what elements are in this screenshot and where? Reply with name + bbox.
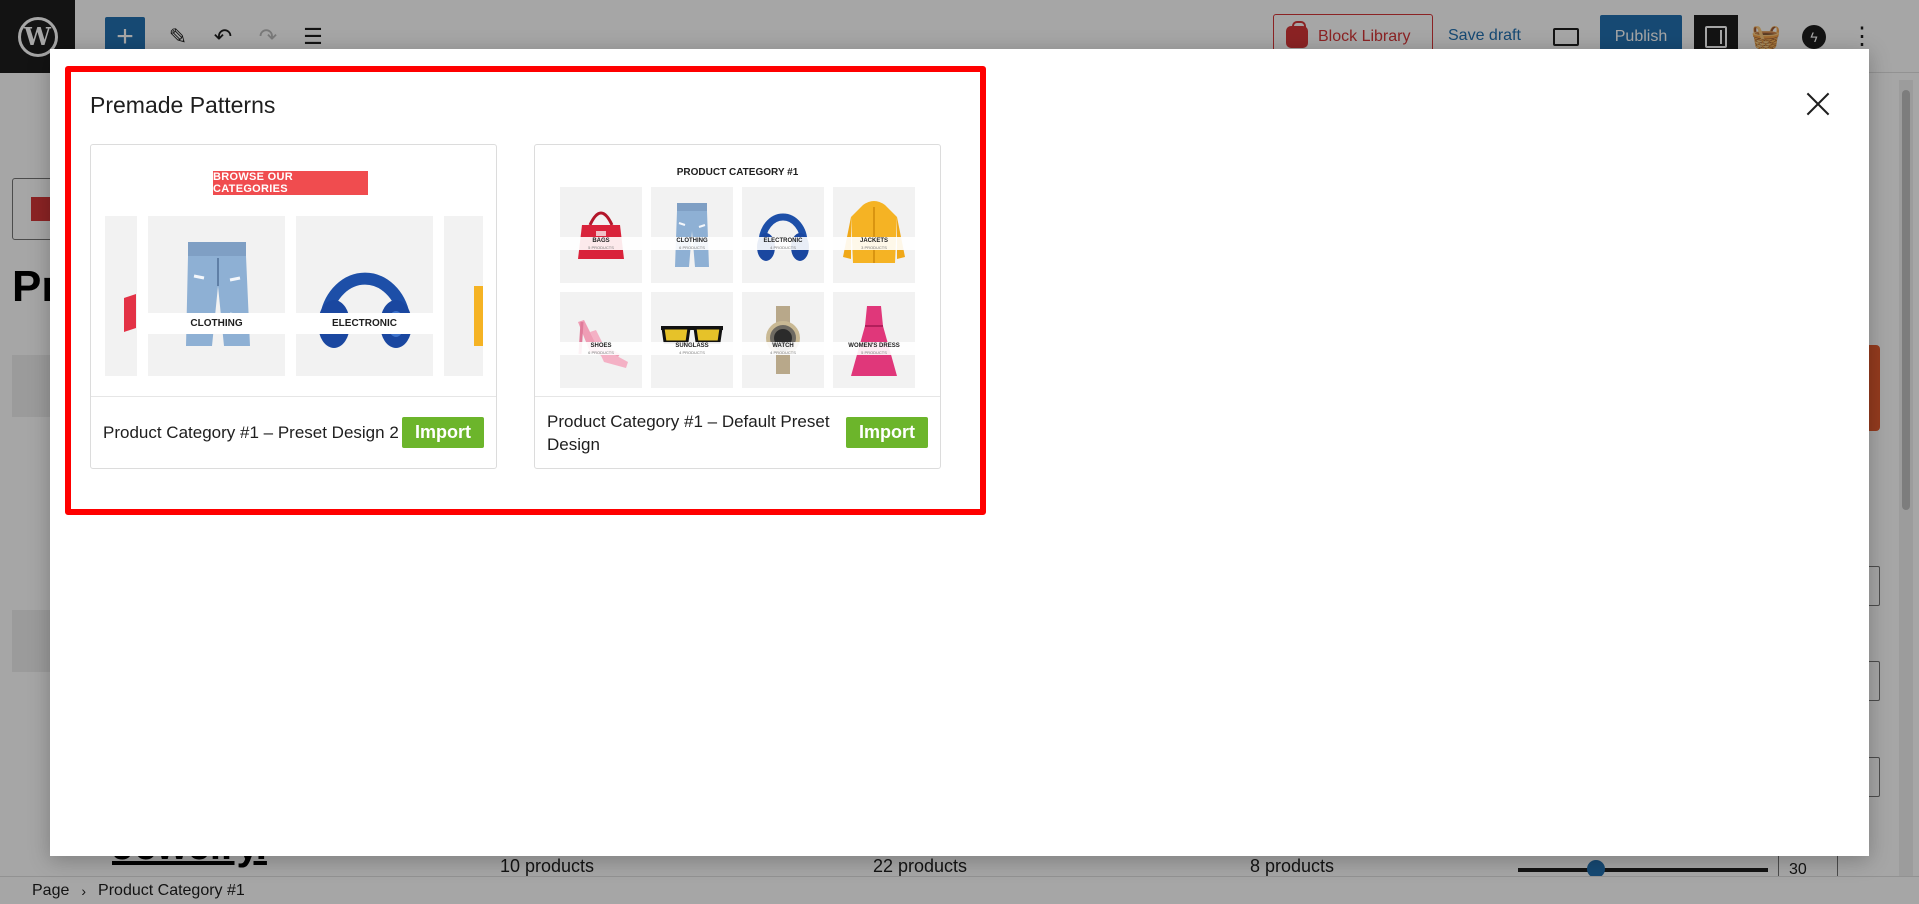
preview-tile-label: JACKETS 3 PRODUCTS: [833, 237, 915, 250]
dress-image-icon: [851, 306, 897, 376]
jeans-image-icon: [675, 203, 709, 267]
tile-label-text: JACKETS: [859, 238, 888, 244]
preview-tile-partial: [105, 216, 137, 376]
preview-category-carousel: CLOTHING ELECTRONIC: [105, 216, 483, 378]
jacket-image-icon: [843, 201, 905, 263]
preview-tile-label: BAGS 5 PRODUCTS: [560, 237, 642, 250]
preview-tile-label: WATCH 4 PRODUCTS: [742, 342, 824, 355]
preview-tile-sunglass: SUNGLASS 4 PRODUCTS: [651, 292, 733, 388]
preview-tile-womens-dress: WOMEN'S DRESS 5 PRODUCTS: [833, 292, 915, 388]
preview-tile-clothing: CLOTHING 6 PRODUCTS: [651, 187, 733, 283]
jacket-image-icon: [474, 286, 483, 346]
preview-tile-electronic: ELECTRONIC 4 PRODUCTS: [742, 187, 824, 283]
pattern-card[interactable]: PRODUCT CATEGORY #1 BAGS 5 PRODUCTS CLOT…: [534, 144, 941, 469]
preview-tile-shoes: SHOES 6 PRODUCTS: [560, 292, 642, 388]
import-button[interactable]: Import: [846, 417, 928, 448]
pattern-preview[interactable]: PRODUCT CATEGORY #1 BAGS 5 PRODUCTS CLOT…: [535, 145, 940, 397]
tile-sub-text: 4 PRODUCTS: [770, 350, 796, 355]
preview-tile-bags: BAGS 5 PRODUCTS: [560, 187, 642, 283]
pattern-card[interactable]: BROWSE OUR CATEGORIES CLOTHING ELECTRONI…: [90, 144, 497, 469]
tile-label-text: BAGS: [592, 238, 610, 244]
tile-label-text: SUNGLASS: [675, 343, 709, 349]
preview-tile-label: WOMEN'S DRESS 5 PRODUCTS: [833, 342, 915, 355]
preview-tile-jackets: JACKETS 3 PRODUCTS: [833, 187, 915, 283]
preview-tile-clothing: CLOTHING: [148, 216, 285, 376]
import-button[interactable]: Import: [402, 417, 484, 448]
tile-sub-text: 6 PRODUCTS: [679, 245, 705, 250]
preview-tile-label: CLOTHING: [148, 313, 285, 334]
preview-tile-label: ELECTRONIC: [296, 313, 433, 334]
preview-tile-label: SHOES 6 PRODUCTS: [560, 342, 642, 355]
pattern-preview[interactable]: BROWSE OUR CATEGORIES CLOTHING ELECTRONI…: [91, 145, 496, 397]
high-heels-image-icon: [578, 320, 628, 368]
preview-title: PRODUCT CATEGORY #1: [676, 167, 799, 178]
pattern-name: Product Category #1 – Preset Design 2: [103, 423, 399, 442]
preview-tile-label: ELECTRONIC 4 PRODUCTS: [742, 237, 824, 250]
pattern-card-footer: Product Category #1 – Default Preset Des…: [535, 397, 940, 468]
tile-sub-text: 3 PRODUCTS: [861, 245, 887, 250]
tile-label-text: ELECTRONIC: [763, 238, 803, 244]
modal-title: Premade Patterns: [90, 92, 276, 118]
pattern-name: Product Category #1 – Default Preset Des…: [547, 411, 830, 454]
premade-patterns-modal: Premade Patterns BROWSE OUR CATEGORIES C…: [50, 49, 1869, 856]
tile-sub-text: 4 PRODUCTS: [770, 245, 796, 250]
headphones-image-icon: [318, 272, 412, 348]
headphones-image-icon: [757, 213, 809, 261]
tile-sub-text: 6 PRODUCTS: [588, 350, 614, 355]
preview-tile-electronic: ELECTRONIC: [296, 216, 433, 376]
jeans-image-icon: [186, 242, 250, 346]
tile-sub-text: 5 PRODUCTS: [588, 245, 614, 250]
preview-tile-watch: WATCH 4 PRODUCTS: [742, 292, 824, 388]
tile-label-text: SHOES: [590, 343, 612, 349]
tile-label-text: WOMEN'S DRESS: [848, 343, 900, 349]
preview-tile-label: CLOTHING 6 PRODUCTS: [651, 237, 733, 250]
preview-tile-label: SUNGLASS 4 PRODUCTS: [651, 342, 733, 355]
tile-sub-text: 5 PRODUCTS: [861, 350, 887, 355]
close-icon[interactable]: [1801, 87, 1835, 121]
sunglasses-image-icon: [661, 326, 723, 344]
tile-label-text: WATCH: [772, 343, 794, 349]
tile-label-text: CLOTHING: [676, 238, 708, 244]
bag-image-icon: [124, 294, 136, 332]
preview-tile-partial: [444, 216, 483, 376]
pattern-card-footer: Product Category #1 – Preset Design 2 Im…: [91, 397, 496, 468]
watch-image-icon: [766, 306, 800, 374]
preview-badge: BROWSE OUR CATEGORIES: [213, 171, 368, 195]
tile-sub-text: 4 PRODUCTS: [679, 350, 705, 355]
handbag-image-icon: [578, 211, 624, 259]
